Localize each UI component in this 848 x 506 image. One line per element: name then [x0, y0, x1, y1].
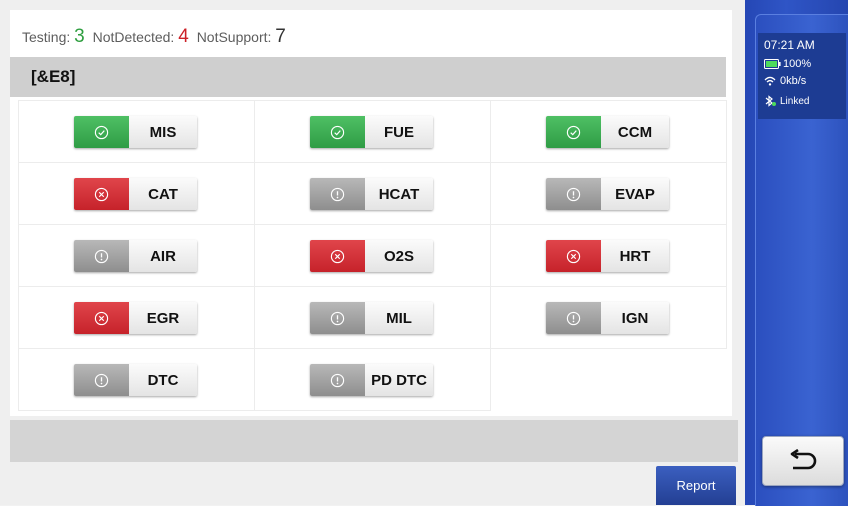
- bottom-strip: [10, 420, 738, 462]
- monitor-button[interactable]: CAT: [74, 178, 197, 210]
- status-indicator: [310, 364, 365, 396]
- monitor-cell: HCAT: [255, 163, 491, 225]
- x-circle-icon: [566, 249, 581, 263]
- info-circle-icon: [330, 187, 345, 201]
- monitor-button[interactable]: HRT: [546, 240, 669, 272]
- monitor-cell: CCM: [491, 101, 727, 163]
- status-indicator: [546, 240, 601, 272]
- monitor-label: IGN: [601, 302, 669, 334]
- monitor-label: DTC: [129, 364, 197, 396]
- battery-level: 100%: [783, 58, 812, 70]
- monitor-label: CCM: [601, 116, 669, 148]
- battery-icon: [764, 59, 781, 69]
- x-circle-icon: [94, 187, 109, 201]
- monitor-label: AIR: [129, 240, 197, 272]
- monitor-cell: MIS: [19, 101, 255, 163]
- status-indicator: [310, 178, 365, 210]
- monitor-cell: PD DTC: [255, 349, 491, 411]
- monitor-cell: MIL: [255, 287, 491, 349]
- status-indicator: [74, 302, 129, 334]
- monitor-cell: O2S: [255, 225, 491, 287]
- monitor-label: EGR: [129, 302, 197, 334]
- monitor-cell: DTC: [19, 349, 255, 411]
- status-indicator: [74, 178, 129, 210]
- monitor-label: MIL: [365, 302, 433, 334]
- info-circle-icon: [94, 249, 109, 263]
- status-indicator: [310, 240, 365, 272]
- monitor-grid: MIS FUE CCM CAT HCAT EVAP AIR O2S HRT EGR MIL IGN DT…: [18, 100, 727, 411]
- monitor-button[interactable]: AIR: [74, 240, 197, 272]
- battery-status: 100%: [764, 58, 811, 70]
- monitor-button[interactable]: PD DTC: [310, 364, 433, 396]
- status-indicator: [74, 116, 129, 148]
- notsupport-label: NotSupport:: [196, 29, 272, 45]
- x-circle-icon: [330, 249, 345, 263]
- info-circle-icon: [330, 311, 345, 325]
- report-button[interactable]: Report: [656, 466, 736, 505]
- section-title: [&E8]: [10, 57, 726, 97]
- status-indicator: [74, 364, 129, 396]
- monitor-cell: EVAP: [491, 163, 727, 225]
- bluetooth-icon: [765, 95, 776, 107]
- monitor-button[interactable]: O2S: [310, 240, 433, 272]
- status-indicator: [310, 116, 365, 148]
- main-area: Testing: 3 NotDetected: 4 NotSupport: 7 …: [0, 0, 745, 505]
- monitor-button[interactable]: HCAT: [310, 178, 433, 210]
- monitor-label: MIS: [129, 116, 197, 148]
- monitor-button[interactable]: MIS: [74, 116, 197, 148]
- monitor-button[interactable]: MIL: [310, 302, 433, 334]
- monitor-label: PD DTC: [365, 364, 433, 396]
- testing-count: 3: [74, 26, 85, 47]
- monitor-label: HRT: [601, 240, 669, 272]
- status-indicator: [546, 302, 601, 334]
- monitor-label: CAT: [129, 178, 197, 210]
- monitor-cell: EGR: [19, 287, 255, 349]
- notsupport-count: 7: [275, 26, 286, 47]
- check-circle-icon: [330, 125, 345, 139]
- monitor-label: EVAP: [601, 178, 669, 210]
- monitor-cell: AIR: [19, 225, 255, 287]
- status-counts: Testing: 3 NotDetected: 4 NotSupport: 7: [22, 26, 290, 50]
- link-label: Linked: [780, 95, 810, 107]
- info-circle-icon: [330, 373, 345, 387]
- info-circle-icon: [566, 311, 581, 325]
- info-circle-icon: [94, 373, 109, 387]
- monitor-button[interactable]: EVAP: [546, 178, 669, 210]
- monitor-cell: CAT: [19, 163, 255, 225]
- testing-label: Testing:: [22, 29, 71, 45]
- status-indicator: [74, 240, 129, 272]
- network-speed: 0kb/s: [780, 75, 807, 87]
- status-indicator: [546, 116, 601, 148]
- monitor-label: FUE: [365, 116, 433, 148]
- wifi-icon: [764, 76, 776, 86]
- status-indicator: [546, 178, 601, 210]
- clock: 07:21 AM: [764, 38, 815, 52]
- monitor-button[interactable]: IGN: [546, 302, 669, 334]
- status-indicator: [310, 302, 365, 334]
- device-status: 07:21 AM 100% 0kb/s Linked: [758, 33, 846, 119]
- monitor-label: HCAT: [365, 178, 433, 210]
- monitor-button[interactable]: EGR: [74, 302, 197, 334]
- x-circle-icon: [94, 311, 109, 325]
- notdetected-label: NotDetected:: [92, 29, 175, 45]
- link-status: Linked: [764, 95, 809, 107]
- monitor-button[interactable]: CCM: [546, 116, 669, 148]
- back-button[interactable]: [762, 436, 844, 486]
- empty-cell: [491, 349, 727, 411]
- monitor-cell: IGN: [491, 287, 727, 349]
- monitor-button[interactable]: FUE: [310, 116, 433, 148]
- info-circle-icon: [566, 187, 581, 201]
- monitor-button[interactable]: DTC: [74, 364, 197, 396]
- monitor-cell: HRT: [491, 225, 727, 287]
- check-circle-icon: [566, 125, 581, 139]
- check-circle-icon: [94, 125, 109, 139]
- back-arrow-icon: [790, 449, 817, 470]
- notdetected-count: 4: [178, 26, 189, 47]
- network-status: 0kb/s: [764, 75, 806, 87]
- monitor-cell: FUE: [255, 101, 491, 163]
- monitor-label: O2S: [365, 240, 433, 272]
